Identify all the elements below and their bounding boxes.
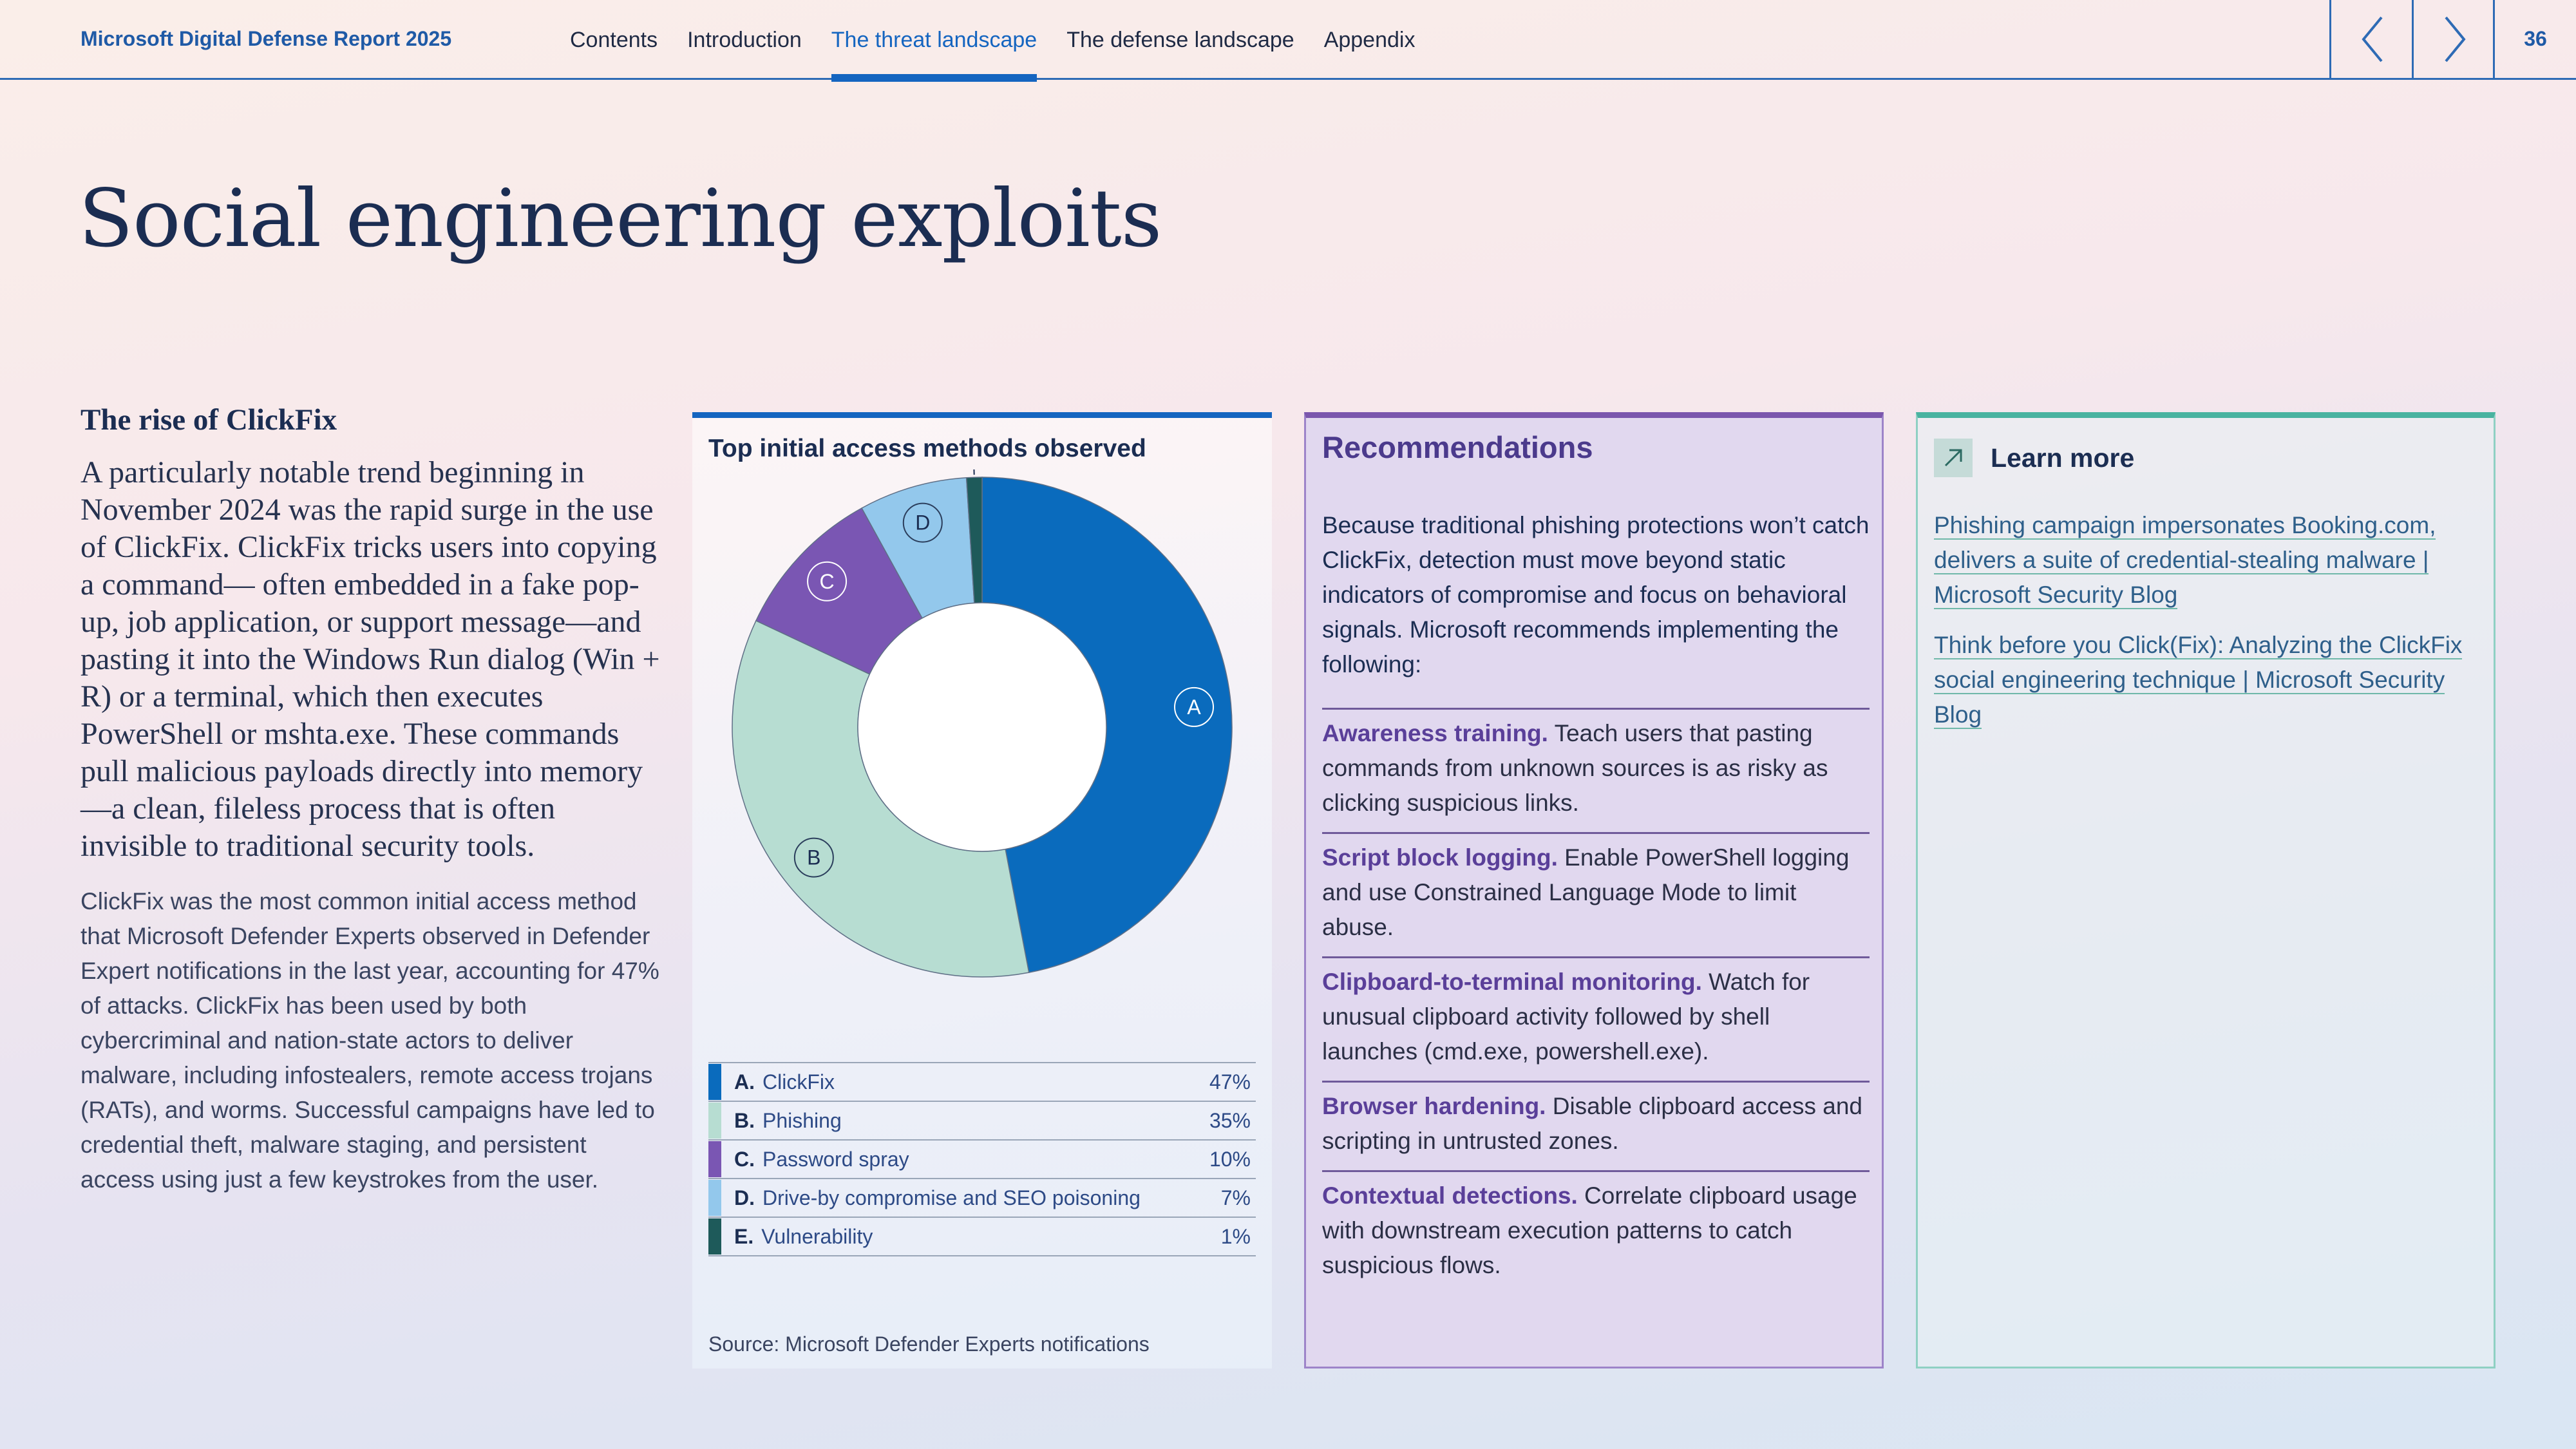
tab-defense-landscape[interactable]: The defense landscape — [1066, 0, 1294, 80]
legend-value: 10% — [1209, 1147, 1251, 1171]
chevron-right-icon — [2445, 16, 2466, 62]
legend-label: A. ClickFix — [734, 1070, 835, 1094]
learn-more-link-clickfix[interactable]: Think before you Click(Fix): Analyzing t… — [1934, 628, 2488, 732]
recommendation-heading: Clipboard-to-terminal monitoring. — [1322, 969, 1702, 995]
recommendations-intro: Because traditional phishing protections… — [1322, 512, 1870, 677]
recommendation-item: Clipboard-to-terminal monitoring. Watch … — [1322, 956, 1870, 1081]
chevron-left-icon — [2362, 16, 2383, 62]
legend-swatch — [708, 1141, 721, 1177]
recommendations-title: Recommendations — [1322, 430, 1593, 464]
legend-label: C. Password spray — [734, 1148, 909, 1171]
donut-hole — [857, 602, 1107, 852]
legend-category: Phishing — [762, 1108, 842, 1132]
legend-swatch — [708, 1218, 721, 1255]
tab-introduction[interactable]: Introduction — [687, 0, 802, 80]
report-brand-title[interactable]: Microsoft Digital Defense Report 2025 — [80, 27, 451, 51]
legend-label: E. Vulnerability — [734, 1225, 873, 1249]
donut-chart: ABCDE — [732, 469, 1233, 978]
section-heading: The rise of ClickFix — [80, 403, 337, 437]
recommendation-heading: Contextual detections. — [1322, 1182, 1578, 1209]
recommendation-heading: Browser hardening. — [1322, 1093, 1546, 1119]
legend-label: B. Phishing — [734, 1109, 842, 1133]
recommendation-heading: Awareness training. — [1322, 720, 1548, 746]
lead-paragraph: A particularly notable trend beginning i… — [80, 455, 660, 863]
svg-text:D: D — [915, 511, 930, 535]
tab-contents[interactable]: Contents — [570, 0, 658, 80]
legend-category: Vulnerability — [761, 1224, 873, 1248]
chart-source: Source: Microsoft Defender Experts notif… — [708, 1332, 1150, 1356]
legend-row: A. ClickFix 47% — [708, 1062, 1256, 1102]
body-paragraph: ClickFix was the most common initial acc… — [80, 888, 659, 1193]
recommendation-item: Script block logging. Enable PowerShell … — [1322, 832, 1870, 956]
tab-appendix[interactable]: Appendix — [1324, 0, 1416, 80]
chart-panel: Top initial access methods observed A B C D… — [692, 412, 1272, 1368]
legend-row: E. Vulnerability 1% — [708, 1218, 1256, 1256]
learn-more-panel: Learn more Phishing campaign impersonate… — [1916, 412, 2496, 1368]
legend-swatch — [708, 1103, 721, 1139]
legend-letter: E. — [734, 1224, 754, 1248]
page-title: Social engineering exploits — [79, 173, 1162, 265]
legend-category: Drive-by compromise and SEO poisoning — [762, 1186, 1141, 1209]
external-link-arrow-icon — [1934, 439, 1973, 477]
svg-text:A: A — [1187, 696, 1201, 719]
legend-row: C. Password spray 10% — [708, 1141, 1256, 1179]
top-navigation-bar: Microsoft Digital Defense Report 2025 Co… — [0, 0, 2576, 82]
tab-threat-landscape[interactable]: The threat landscape — [831, 0, 1037, 82]
svg-text:C: C — [820, 570, 835, 593]
chart-legend: A. ClickFix 47% B. Phishing 35% C. Password spr… — [708, 1062, 1256, 1256]
section-tabs: Contents Introduction The threat landsca… — [570, 0, 1444, 82]
legend-letter: B. — [734, 1108, 755, 1132]
recommendation-heading: Script block logging. — [1322, 844, 1558, 871]
page-number: 36 — [2493, 0, 2576, 78]
chart-title: Top initial access methods observed — [708, 435, 1146, 462]
learn-more-links: Phishing campaign impersonates Booking.c… — [1934, 508, 2488, 748]
legend-row: B. Phishing 35% — [708, 1102, 1256, 1141]
svg-text:B: B — [807, 846, 820, 869]
legend-row: D. Drive-by compromise and SEO poisoning 7… — [708, 1179, 1256, 1218]
legend-category: Password spray — [762, 1147, 909, 1171]
recommendations-panel: Recommendations Because traditional phis… — [1304, 412, 1884, 1368]
legend-category: ClickFix — [762, 1070, 835, 1094]
donut-leader-line-e — [973, 469, 975, 475]
legend-value: 7% — [1220, 1186, 1251, 1209]
legend-value: 35% — [1209, 1108, 1251, 1132]
recommendation-item: Contextual detections. Correlate clipboa… — [1322, 1170, 1870, 1294]
recommendation-item: Awareness training. Teach users that pas… — [1322, 708, 1870, 832]
next-page-button[interactable] — [2412, 0, 2496, 78]
learn-more-header: Learn more — [1934, 439, 2134, 477]
article-column: The rise of ClickFix A particularly nota… — [80, 402, 660, 1197]
legend-letter: A. — [734, 1070, 755, 1094]
learn-more-title: Learn more — [1991, 442, 2135, 473]
recommendation-item: Browser hardening. Disable clipboard acc… — [1322, 1081, 1870, 1170]
legend-value: 1% — [1220, 1224, 1251, 1248]
legend-swatch — [708, 1064, 721, 1100]
legend-value: 47% — [1209, 1070, 1251, 1094]
recommendations-list: Awareness training. Teach users that pas… — [1322, 708, 1870, 1294]
previous-page-button[interactable] — [2329, 0, 2414, 78]
legend-letter: D. — [734, 1186, 755, 1209]
legend-swatch — [708, 1180, 721, 1216]
legend-letter: C. — [734, 1147, 755, 1171]
legend-label: D. Drive-by compromise and SEO poisoning — [734, 1186, 1141, 1210]
learn-more-link-booking[interactable]: Phishing campaign impersonates Booking.c… — [1934, 508, 2488, 612]
